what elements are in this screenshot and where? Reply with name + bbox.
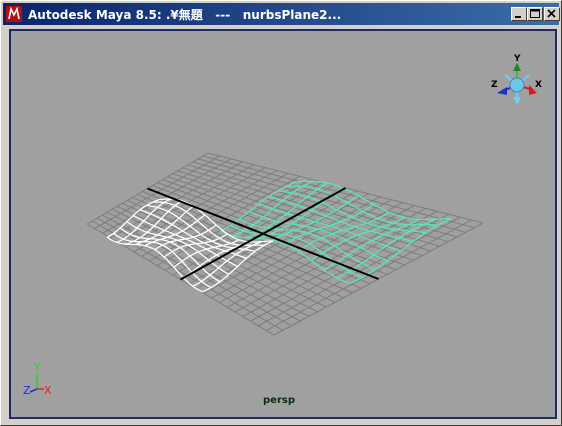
axis-z-label: Z — [23, 384, 31, 397]
maya-window: Autodesk Maya 8.5: .¥無題 --- nurbsPlane2.… — [0, 0, 562, 426]
view-cube-z-label: Z — [491, 80, 498, 90]
camera-label: persp — [263, 395, 295, 406]
scene-canvas[interactable]: Y X Z Y Z X — [11, 31, 555, 417]
view-cube-icon[interactable]: Y X Z — [491, 54, 542, 105]
maximize-icon — [530, 9, 540, 18]
perspective-viewport[interactable]: Y X Z Y Z X persp — [9, 29, 557, 419]
view-cube-x-label: X — [535, 80, 542, 90]
title-bar[interactable]: Autodesk Maya 8.5: .¥無題 --- nurbsPlane2.… — [3, 3, 560, 25]
axis-y-label: Y — [33, 361, 41, 374]
minimize-button[interactable] — [511, 7, 527, 21]
maximize-button[interactable] — [527, 7, 543, 21]
axis-indicator-icon: Y Z X — [23, 361, 52, 397]
maya-app-icon[interactable] — [6, 6, 22, 22]
view-cube-y-label: Y — [513, 54, 521, 64]
minimize-icon — [515, 16, 521, 18]
close-icon — [547, 9, 556, 18]
axis-x-label: X — [44, 384, 52, 397]
close-button[interactable] — [544, 7, 560, 21]
window-title: Autodesk Maya 8.5: .¥無題 --- nurbsPlane2.… — [28, 7, 342, 22]
